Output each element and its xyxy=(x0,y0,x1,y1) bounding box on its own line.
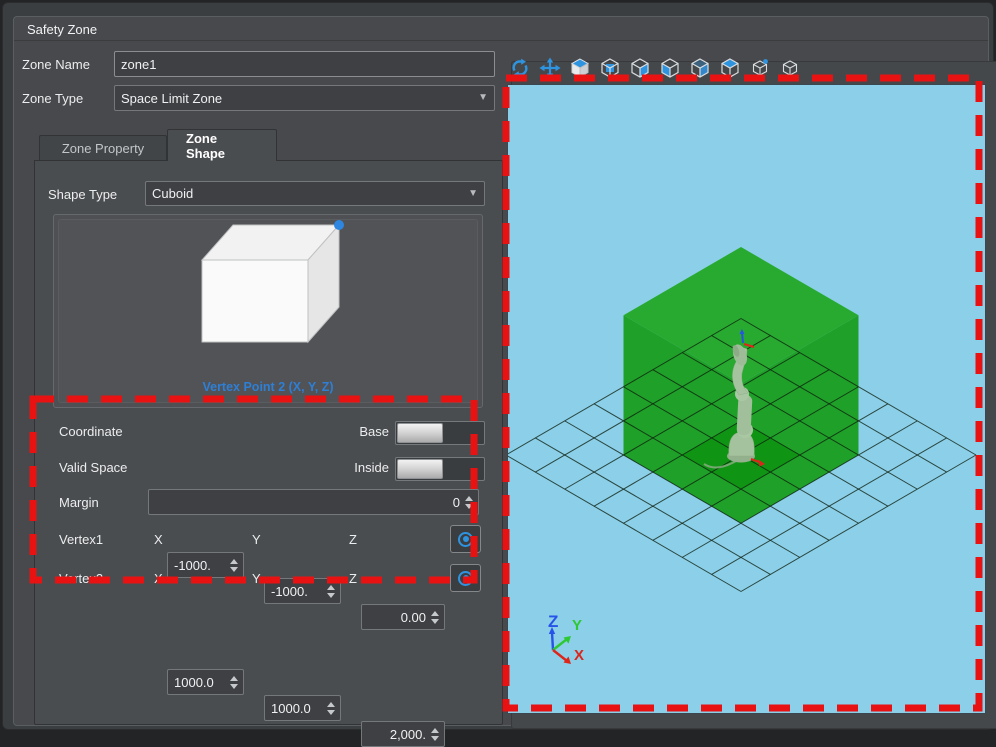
valid-space-value-label: Inside xyxy=(295,460,389,475)
safety-zone-window: Safety Zone Zone Name zone1 Zone Type Sp… xyxy=(2,2,994,730)
zone-shape-tab-panel: Shape Type Cuboid ▼ Vertex Point 2 (X, Y… xyxy=(34,160,503,725)
front-view-icon[interactable] xyxy=(598,56,622,80)
margin-spinner[interactable] xyxy=(463,490,475,514)
back-view-icon[interactable] xyxy=(628,56,652,80)
vertex1-y-input[interactable]: -1000. xyxy=(264,578,341,604)
margin-label: Margin xyxy=(59,495,99,510)
target-icon xyxy=(458,532,473,547)
zone-type-select[interactable]: Space Limit Zone ▼ xyxy=(114,85,495,111)
coordinate-label: Coordinate xyxy=(59,424,123,439)
shape-type-value: Cuboid xyxy=(152,186,193,201)
vertex1-x-input[interactable]: -1000. xyxy=(167,552,244,578)
vertex2-marker-dot xyxy=(334,220,344,230)
vertex2-z-label: Z xyxy=(349,571,357,586)
vertex1-y-value: -1000. xyxy=(271,584,322,599)
zone-name-value: zone1 xyxy=(121,57,156,72)
spinner[interactable] xyxy=(325,696,337,720)
vertex1-z-input[interactable]: 0.00 xyxy=(361,604,445,630)
margin-input[interactable]: 0 xyxy=(148,489,479,515)
tab-zone-property[interactable]: Zone Property xyxy=(39,135,167,161)
viewer-toolbar xyxy=(508,56,802,82)
zone-name-label: Zone Name xyxy=(22,57,90,72)
coordinate-value-label: Base xyxy=(295,424,389,439)
tab-bar: Zone Property Zone Shape xyxy=(39,129,277,161)
zone-type-value: Space Limit Zone xyxy=(121,91,222,106)
chevron-down-icon: ▼ xyxy=(468,189,478,199)
groupbox-header: Safety Zone xyxy=(14,17,988,41)
vertex1-z-label: Z xyxy=(349,532,357,547)
vertex2-x-input[interactable]: 1000.0 xyxy=(167,669,244,695)
vertex2-x-label: X xyxy=(154,571,163,586)
top-view-icon[interactable] xyxy=(718,56,742,80)
free-view-icon[interactable] xyxy=(778,56,802,80)
page-title: Safety Zone xyxy=(27,22,97,37)
vertex1-x-value: -1000. xyxy=(174,558,225,573)
spinner[interactable] xyxy=(228,670,240,694)
svg-text:Y: Y xyxy=(572,617,582,634)
shape-illustration-panel: Vertex Point 2 (X, Y, Z) xyxy=(53,214,483,408)
corner-view-icon[interactable] xyxy=(748,56,772,80)
spinner[interactable] xyxy=(228,553,240,577)
margin-value: 0 xyxy=(155,495,460,510)
rotate-view-icon[interactable] xyxy=(508,56,532,80)
vertex2-z-value: 2,000. xyxy=(368,727,426,742)
spinner[interactable] xyxy=(429,605,441,629)
tab-zone-shape[interactable]: Zone Shape xyxy=(167,129,277,161)
spinner[interactable] xyxy=(429,722,441,746)
target-icon xyxy=(458,571,473,586)
toggle-handle xyxy=(397,423,443,443)
left-view-icon[interactable] xyxy=(658,56,682,80)
vertex2-x-value: 1000.0 xyxy=(174,675,225,690)
vertex1-pick-position-button[interactable] xyxy=(450,525,481,553)
valid-space-label: Valid Space xyxy=(59,460,127,475)
spinner[interactable] xyxy=(325,579,337,603)
pan-view-icon[interactable] xyxy=(538,56,562,80)
vertex1-z-value: 0.00 xyxy=(368,610,426,625)
vertex2-z-input[interactable]: 2,000. xyxy=(361,721,445,747)
right-view-icon[interactable] xyxy=(688,56,712,80)
svg-text:Z: Z xyxy=(548,612,558,631)
zone-type-label: Zone Type xyxy=(22,91,83,106)
shape-type-label: Shape Type xyxy=(48,187,117,202)
coordinate-toggle[interactable] xyxy=(395,421,485,445)
shape-illustration: Vertex Point 2 (X, Y, Z) xyxy=(58,219,478,403)
shape-type-select[interactable]: Cuboid ▼ xyxy=(145,181,485,206)
isometric-view-icon[interactable] xyxy=(568,56,592,80)
illustration-caption: Vertex Point 2 (X, Y, Z) xyxy=(59,380,477,394)
vertex2-label: Vertex2 xyxy=(59,571,103,586)
zone-name-input[interactable]: zone1 xyxy=(114,51,495,77)
3d-viewport[interactable]: ZYX xyxy=(508,85,985,713)
svg-text:X: X xyxy=(574,647,584,664)
vertex2-y-value: 1000.0 xyxy=(271,701,322,716)
vertex1-label: Vertex1 xyxy=(59,532,103,547)
vertex2-pick-position-button[interactable] xyxy=(450,564,481,592)
toggle-handle xyxy=(397,459,443,479)
vertex1-x-label: X xyxy=(154,532,163,547)
vertex2-y-label: Y xyxy=(252,571,261,586)
vertex2-y-input[interactable]: 1000.0 xyxy=(264,695,341,721)
chevron-down-icon: ▼ xyxy=(478,93,488,103)
valid-space-toggle[interactable] xyxy=(395,457,485,481)
vertex1-y-label: Y xyxy=(252,532,261,547)
3d-scene: ZYX xyxy=(508,85,985,713)
cuboid-diagram xyxy=(59,220,479,370)
